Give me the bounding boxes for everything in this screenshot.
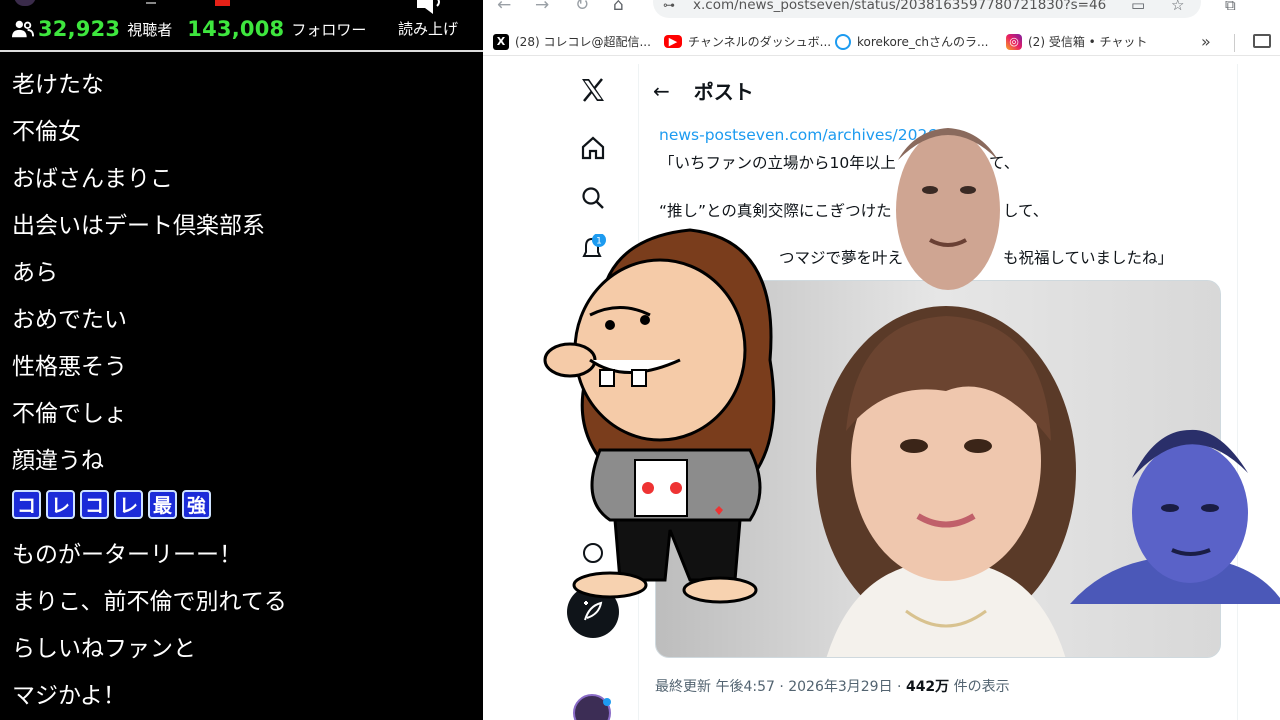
folder-icon[interactable] <box>1253 34 1271 48</box>
deco-char: レ <box>114 490 143 519</box>
home-icon[interactable]: ⌂ <box>613 0 624 14</box>
deco-char: 強 <box>182 490 211 519</box>
bookmarks-bar: X (28) コレコレ@超配信... ▶ チャンネルのダッシュボ... kore… <box>483 28 1280 56</box>
webcam-overlay <box>1070 428 1280 604</box>
comment-item: 出会いはデート倶楽部系 <box>12 212 265 239</box>
reload-icon[interactable]: ↻ <box>575 0 589 14</box>
bookmark-star-icon[interactable]: ☆ <box>1171 0 1184 14</box>
youtube-icon: ▶ <box>664 35 682 48</box>
people-icon <box>12 20 34 38</box>
divider <box>1234 34 1235 52</box>
read-aloud-label: 読み上げ <box>397 20 458 38</box>
post-timestamp: 最終更新 午後4:57 · 2026年3月29日 · <box>655 679 906 695</box>
post-text-line: 「いちファンの立場から10年以上 <box>659 154 896 172</box>
view-count: 442万 <box>905 679 950 695</box>
comment-item: らしいねファンと <box>12 635 196 662</box>
speaker-icon <box>417 0 440 14</box>
divider <box>146 2 156 4</box>
comment-item: おばさんまりこ <box>12 165 173 192</box>
deco-char: コ <box>12 490 41 519</box>
post-header: ← ポスト <box>653 76 754 105</box>
browser-toolbar: ← → ↻ ⌂ ⊶ x.com/news_postseven/status/20… <box>483 0 1280 24</box>
twitcasting-icon <box>835 33 851 50</box>
comment-item: 顔違うね <box>12 447 104 474</box>
comment-item: 性格悪そう <box>12 353 127 380</box>
divider <box>1237 64 1238 720</box>
url-text[interactable]: x.com/news_postseven/status/203816359778… <box>693 0 1106 13</box>
deco-char: コ <box>80 490 109 519</box>
comment-list: 老けたな 不倫女 おばさんまりこ 出会いはデート倶楽部系 あら おめでたい 性格… <box>12 58 472 716</box>
follower-label: フォロワー <box>291 20 367 39</box>
comment-item: ものがーターリーー！ <box>12 541 242 568</box>
viewer-label: 視聴者 <box>127 20 173 39</box>
deco-char: 最 <box>148 490 177 519</box>
comment-item: 老けたな <box>12 71 104 98</box>
instagram-icon: ◎ <box>1006 33 1022 50</box>
site-info-icon[interactable]: ⊶ <box>663 0 675 12</box>
bookmark-label: チャンネルのダッシュボ... <box>688 35 832 49</box>
x-logo-icon: X <box>493 33 509 50</box>
address-bar[interactable]: ⊶ x.com/news_postseven/status/2038163597… <box>653 0 1201 18</box>
stream-stats-bar: 32,923 視聴者 143,008 フォロワー 読み上げ <box>0 0 483 52</box>
comment-item: 不倫でしょ <box>12 400 127 427</box>
comment-item: おめでたい <box>12 306 127 333</box>
cartoon-character-overlay <box>540 220 810 610</box>
stream-comment-panel: 32,923 視聴者 143,008 フォロワー 読み上げ 老けたな 不倫女 お… <box>0 0 483 720</box>
deco-char: レ <box>46 490 75 519</box>
comment-item: あら <box>12 259 58 286</box>
home-icon[interactable] <box>563 136 623 160</box>
bookmark-item[interactable]: X (28) コレコレ@超配信... <box>493 33 651 50</box>
comment-item: まりこ、前不倫で別れてる <box>12 588 287 615</box>
viewer-count: 32,923 <box>38 17 121 41</box>
decorated-comment: コ レ コ レ 最 強 <box>12 481 472 528</box>
post-text-line: も祝福していましたね」 <box>1003 249 1174 267</box>
back-arrow-icon[interactable]: ← <box>653 79 670 103</box>
more-bookmarks-icon[interactable]: » <box>1201 32 1211 51</box>
follower-count: 143,008 <box>187 17 285 41</box>
bookmark-label: (2) 受信箱 • チャット <box>1028 35 1148 49</box>
comment-item: 不倫女 <box>12 118 81 145</box>
comment-item: マジかよ！ <box>12 682 126 709</box>
post-header-title: ポスト <box>693 80 754 104</box>
channel-avatar[interactable] <box>14 0 36 6</box>
live-indicator <box>215 0 230 6</box>
bookmark-label: (28) コレコレ@超配信... <box>515 35 651 49</box>
view-suffix: 件の表示 <box>949 679 1010 695</box>
avatar[interactable] <box>573 694 611 720</box>
post-text-line: “推し”との真剣交際にこぎつけた <box>659 202 892 220</box>
bookmark-item[interactable]: ▶ チャンネルのダッシュボ... <box>664 33 831 50</box>
back-icon[interactable]: ← <box>497 0 511 14</box>
post-text-line: して、 <box>1003 202 1049 220</box>
bookmark-item[interactable]: ◎ (2) 受信箱 • チャット <box>1006 33 1147 50</box>
cast-icon[interactable]: ▭ <box>1131 0 1145 14</box>
x-logo-icon[interactable] <box>563 78 623 102</box>
webcam-overlay <box>890 120 1005 290</box>
read-aloud-button[interactable]: 読み上げ <box>394 0 462 48</box>
clipped-text <box>659 108 671 125</box>
post-meta: 最終更新 午後4:57 · 2026年3月29日 · 442万 件の表示 <box>655 676 1010 696</box>
forward-icon[interactable]: → <box>535 0 549 14</box>
search-icon[interactable] <box>563 186 623 210</box>
extensions-icon[interactable]: ⧉ <box>1225 0 1236 14</box>
bookmark-label: korekore_chさんのラ... <box>857 35 989 49</box>
bookmark-item[interactable]: korekore_chさんのラ... <box>835 33 988 50</box>
